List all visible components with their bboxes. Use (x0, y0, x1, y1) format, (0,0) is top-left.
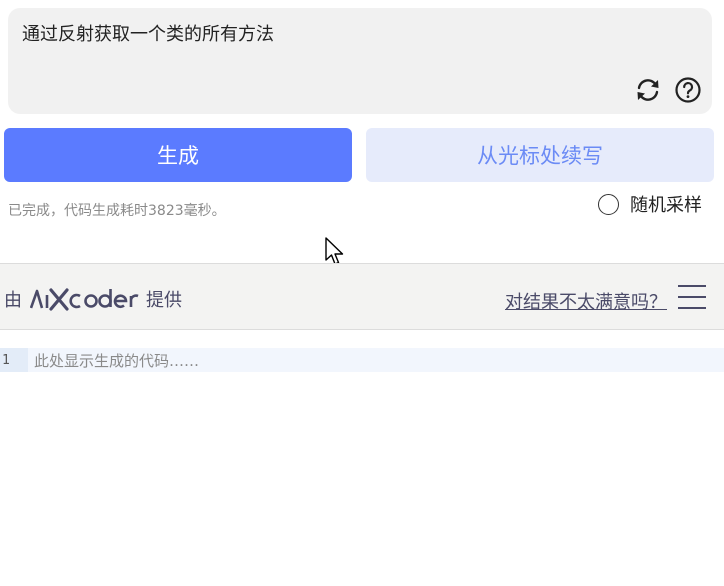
help-button[interactable] (673, 75, 703, 105)
refresh-button[interactable] (633, 75, 663, 105)
provided-by-prefix: 由 (4, 290, 22, 311)
help-circle-icon (675, 77, 701, 103)
code-placeholder: 此处显示生成的代码…… (34, 351, 200, 370)
random-sample-label: 随机采样 (630, 195, 702, 216)
provider-bar: 由 提供 对结果不太满意吗？ (0, 263, 724, 330)
line-number: 1 (0, 348, 28, 372)
prompt-text[interactable]: 通过反射获取一个类的所有方法 (22, 20, 274, 46)
status-message: 已完成，代码生成耗时3823毫秒。 (8, 203, 226, 219)
hamburger-menu-icon[interactable] (678, 283, 708, 311)
random-sample-radio[interactable] (598, 193, 619, 215)
continue-from-cursor-button[interactable]: 从光标处续写 (366, 128, 714, 182)
prompt-input-area[interactable]: 通过反射获取一个类的所有方法 (8, 8, 712, 114)
refresh-icon (637, 79, 659, 101)
code-line[interactable]: 1 此处显示生成的代码…… (0, 348, 724, 372)
random-sample-option[interactable]: 随机采样 (598, 192, 702, 216)
provided-by-suffix: 提供 (146, 290, 182, 311)
aixcoder-logo (30, 286, 140, 312)
provided-by: 由 提供 (4, 286, 182, 312)
feedback-link[interactable]: 对结果不太满意吗？ (505, 288, 667, 314)
generate-button[interactable]: 生成 (4, 128, 352, 182)
